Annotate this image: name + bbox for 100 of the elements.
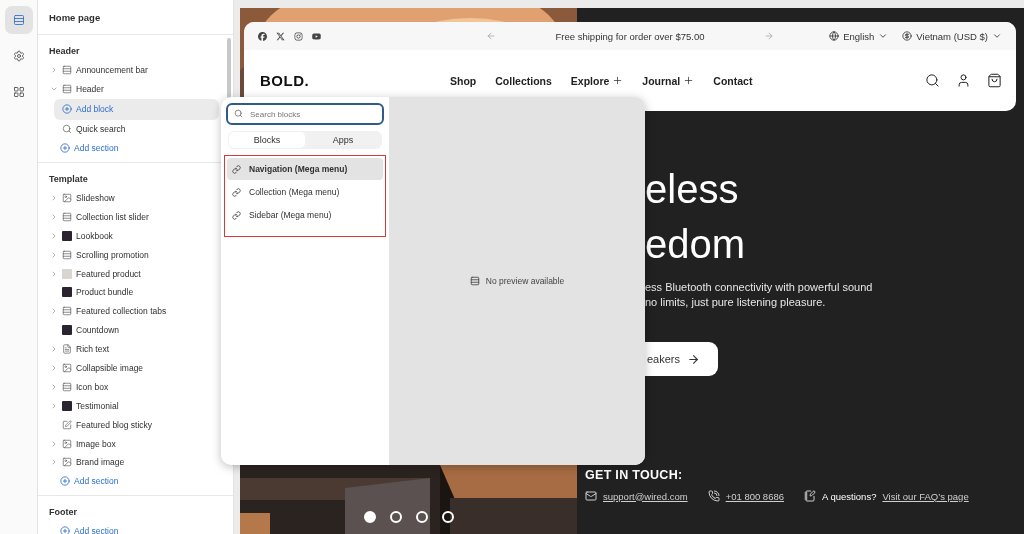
tab[interactable]: Apps	[305, 132, 381, 148]
add-icon	[60, 143, 70, 154]
dollar-icon	[902, 31, 913, 41]
section-item[interactable]: Quick search	[76, 124, 126, 135]
facebook-icon[interactable]	[258, 31, 267, 41]
block-label: Navigation (Mega menu)	[249, 164, 348, 174]
search-icon[interactable]	[925, 73, 940, 88]
slide-dot[interactable]	[442, 511, 454, 523]
section-item[interactable]: Header	[76, 84, 104, 95]
block-item[interactable]: Navigation (Mega menu)	[227, 158, 383, 180]
section-item[interactable]: Product bundle	[76, 287, 134, 298]
search-field[interactable]: Search blocks	[226, 103, 384, 125]
section-item[interactable]: Countdown	[76, 325, 119, 336]
mail-icon	[585, 490, 597, 502]
email-link[interactable]: support@wired.com	[603, 490, 688, 502]
search-icon	[62, 124, 72, 135]
section-item[interactable]: Scrolling promotion	[76, 249, 149, 260]
add-icon	[62, 104, 72, 115]
arrow-right-icon	[687, 352, 701, 366]
section-item[interactable]: Brand image	[76, 457, 125, 468]
account-icon[interactable]	[956, 73, 971, 88]
contact-heading: GET IN TOUCH:	[585, 468, 684, 482]
section-item[interactable]: Featured collection tabs	[76, 306, 167, 317]
section-item[interactable]: Collection list slider	[76, 211, 149, 222]
rail-button[interactable]	[4, 6, 33, 34]
x-icon[interactable]	[276, 31, 285, 41]
block-label: Sidebar (Mega menu)	[249, 210, 332, 220]
image-icon	[62, 457, 72, 468]
apps-icon	[12, 86, 25, 98]
add-link[interactable]: Add section	[74, 476, 119, 487]
thumbnail-icon	[62, 400, 72, 411]
arrow-left-icon[interactable]	[485, 31, 496, 41]
bag-icon[interactable]	[987, 73, 1002, 88]
add-icon	[60, 476, 70, 487]
phone-icon	[707, 490, 720, 502]
store-logo[interactable]: BOLD.	[260, 72, 450, 89]
image-icon	[62, 363, 72, 373]
add-link[interactable]: Add section	[74, 143, 119, 154]
hero-text: ess Bluetooth connectivity with powerful sound	[645, 280, 874, 295]
section-item[interactable]: Announcement bar	[76, 65, 148, 76]
plus-icon	[612, 75, 624, 86]
nav-link[interactable]: Shop	[450, 74, 477, 87]
image-icon	[62, 438, 72, 449]
note-icon	[804, 490, 816, 502]
rows-icon	[469, 276, 480, 286]
instagram-icon[interactable]	[294, 31, 303, 41]
section-item[interactable]: Rich text	[76, 344, 110, 355]
section-item[interactable]: Lookbook	[76, 230, 113, 241]
section-item[interactable]: Slideshow	[76, 193, 115, 203]
section-item[interactable]: Icon box	[76, 381, 109, 392]
tab[interactable]: Blocks	[229, 132, 305, 148]
rows-icon	[62, 211, 72, 222]
add-link[interactable]: Add block	[76, 104, 114, 115]
currency-selector[interactable]: Vietnam (USD $)	[902, 30, 1002, 42]
nav-link[interactable]: Explore	[570, 74, 624, 87]
image-icon	[62, 193, 72, 203]
slide-dot[interactable]	[390, 511, 402, 523]
announcement-text: Free shipping for order over $75.00	[555, 30, 705, 42]
preview-message: No preview available	[485, 276, 565, 286]
section-item[interactable]: Featured product	[76, 268, 141, 279]
section-item[interactable]: Testimonial	[76, 400, 119, 411]
arrow-right-icon[interactable]	[764, 31, 775, 41]
thumbnail-icon	[62, 325, 72, 336]
block-item[interactable]: Collection (Mega menu)	[227, 181, 383, 203]
rows-icon	[62, 84, 72, 95]
nav-link[interactable]: Journal	[642, 74, 695, 87]
nav-link[interactable]: Contact	[713, 74, 753, 87]
hero-button[interactable]: eakers	[645, 342, 718, 376]
section-item[interactable]: Featured blog sticky	[76, 419, 153, 430]
faq-link[interactable]: Visit our FAQ’s page	[882, 490, 969, 502]
nav-link[interactable]: Collections	[495, 74, 552, 87]
add-link[interactable]: Add section	[74, 526, 119, 534]
add-row[interactable]: Add block	[54, 98, 219, 120]
group-title: Template	[48, 172, 89, 186]
question-text: A questions?	[822, 490, 877, 502]
section-item[interactable]: Collapsible image	[76, 363, 144, 373]
chevron-down-icon	[878, 31, 889, 41]
thumbnail-icon	[62, 287, 72, 298]
youtube-icon[interactable]	[312, 31, 321, 41]
rows-icon	[62, 65, 72, 76]
page-title: Home page	[38, 0, 233, 35]
plus-icon	[683, 75, 695, 86]
phone-link[interactable]: +01 800 8686	[725, 490, 784, 502]
document-icon	[62, 344, 72, 355]
link-icon	[232, 187, 241, 197]
add-icon	[60, 526, 70, 534]
hero-title: edom	[645, 221, 747, 268]
group-title: Header	[48, 45, 81, 58]
link-icon	[232, 164, 241, 174]
rows-icon	[62, 306, 72, 317]
block-label: Collection (Mega menu)	[249, 187, 340, 197]
thumbnail-icon	[62, 268, 72, 279]
globe-icon	[829, 31, 840, 41]
rows-icon	[62, 381, 72, 392]
section-item[interactable]: Image box	[76, 438, 116, 449]
thumbnail-icon	[62, 230, 72, 241]
slide-dot[interactable]	[416, 511, 428, 523]
language-selector[interactable]: English	[829, 30, 889, 42]
group-title: Footer	[48, 505, 78, 519]
block-item[interactable]: Sidebar (Mega menu)	[227, 204, 383, 226]
